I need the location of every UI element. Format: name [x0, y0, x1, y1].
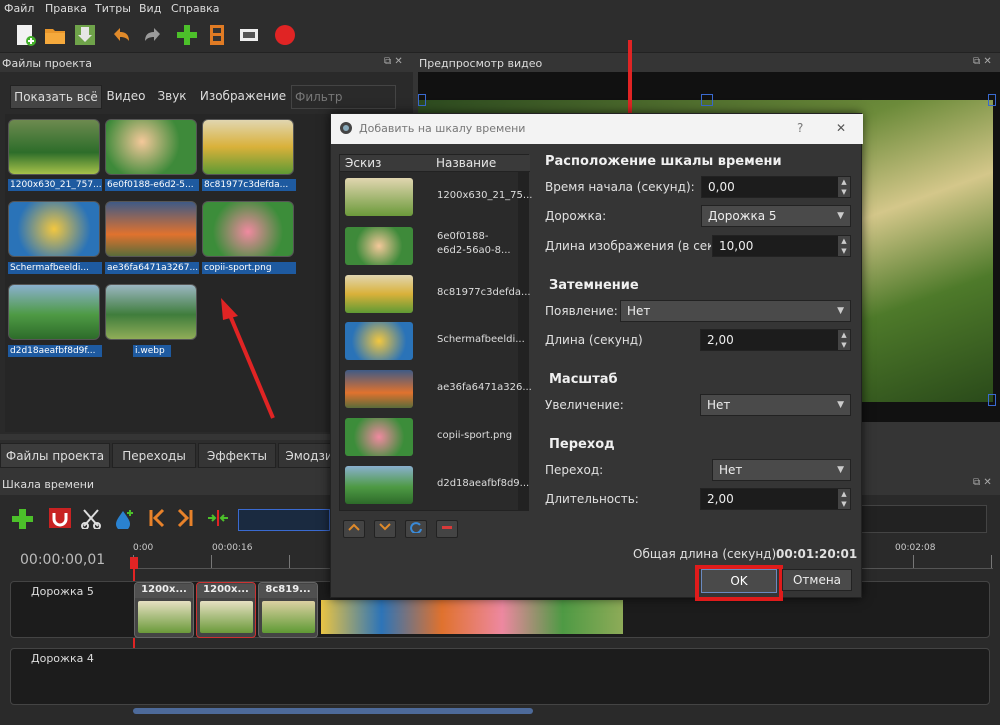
thumbnail-column-header[interactable]: Эскиз	[345, 156, 381, 170]
cancel-button[interactable]: Отмена	[782, 569, 852, 591]
minus-icon	[442, 526, 452, 529]
dropdown-arrow-icon: ▼	[837, 211, 844, 221]
fade-length-field[interactable]: 2,00 ▲ ▼	[700, 329, 851, 351]
fade-length-value: 2,00	[707, 333, 734, 347]
zoom-select[interactable]: Нет ▼	[700, 394, 851, 416]
duration-value: 2,00	[707, 492, 734, 506]
help-button[interactable]: ?	[797, 121, 803, 135]
section-fade: Затемнение	[549, 278, 639, 293]
start-time-value: 0,00	[708, 180, 735, 194]
dialog-title: Добавить на шкалу времени	[359, 122, 526, 135]
list-item[interactable]: 8c81977c3defda...	[340, 272, 531, 319]
refresh-icon	[410, 522, 422, 535]
section-position: Расположение шкалы времени	[545, 154, 782, 169]
dropdown-arrow-icon: ▼	[837, 306, 844, 316]
image-length-field[interactable]: 10,00 ▲ ▼	[712, 235, 851, 257]
fade-in-label: Появление:	[545, 304, 618, 318]
list-thumb	[345, 370, 413, 408]
app-logo-icon	[340, 122, 352, 134]
spinner-arrows[interactable]: ▲ ▼	[838, 236, 850, 256]
start-time-label: Время начала (секунд):	[545, 180, 695, 194]
track-select[interactable]: Дорожка 5 ▼	[701, 205, 851, 227]
transition-select[interactable]: Нет ▼	[712, 459, 851, 481]
move-down-button[interactable]	[374, 520, 396, 538]
zoom-value: Нет	[707, 398, 731, 412]
dialog-titlebar: Добавить на шкалу времени ? ✕	[331, 114, 863, 144]
list-item-name: 1200x630_21_75...	[437, 190, 533, 201]
track-select-value: Дорожка 5	[708, 209, 777, 223]
total-length-label: Общая длина (секунд):	[633, 547, 781, 561]
fade-length-label: Длина (секунд)	[545, 333, 643, 347]
list-header: Эскиз Название	[340, 155, 530, 172]
start-time-field[interactable]: 0,00 ▲ ▼	[701, 176, 851, 198]
duration-label: Длительность:	[545, 492, 639, 506]
section-scale: Масштаб	[549, 372, 618, 387]
fade-in-value: Нет	[627, 304, 651, 318]
list-thumb	[345, 275, 413, 313]
image-length-label: Длина изображения (в секу	[545, 239, 711, 253]
total-length-value: 00:01:20:01	[776, 547, 858, 561]
list-item[interactable]: 1200x630_21_75...	[340, 175, 533, 222]
list-item[interactable]: copii-sport.png	[340, 415, 530, 462]
section-transition: Переход	[549, 437, 615, 452]
list-item[interactable]: Schermafbeeldi...	[340, 319, 530, 366]
spinner-arrows[interactable]: ▲ ▼	[838, 177, 850, 197]
track-label: Дорожка:	[545, 209, 607, 223]
spinner-arrows[interactable]: ▲ ▼	[838, 330, 850, 350]
dropdown-arrow-icon: ▼	[837, 465, 844, 475]
list-item-name: 6e0f0188- e6d2-56a0-8...	[437, 231, 511, 256]
list-item[interactable]: d2d18aeafbf8d9...	[340, 463, 530, 510]
list-thumb	[345, 322, 413, 360]
add-to-timeline-dialog: Добавить на шкалу времени ? ✕ Эскиз Назв…	[330, 113, 863, 601]
list-thumb	[345, 418, 413, 456]
duration-field[interactable]: 2,00 ▲ ▼	[700, 488, 851, 510]
zoom-label: Увеличение:	[545, 398, 624, 412]
list-item-name: Schermafbeeldi...	[437, 334, 525, 345]
remove-button[interactable]	[436, 520, 458, 538]
list-item-name: copii-sport.png	[437, 430, 513, 441]
list-thumb	[345, 227, 413, 265]
close-button[interactable]: ✕	[836, 121, 846, 135]
move-up-button[interactable]	[343, 520, 365, 538]
fade-in-select[interactable]: Нет ▼	[620, 300, 851, 322]
spinner-arrows[interactable]: ▲ ▼	[838, 489, 850, 509]
ok-button[interactable]: OK	[701, 569, 777, 593]
transition-value: Нет	[719, 463, 743, 477]
transition-label: Переход:	[545, 463, 604, 477]
list-item[interactable]: ae36fa6471a326...	[340, 367, 532, 414]
list-item-name: ae36fa6471a326...	[437, 382, 532, 393]
list-item-name: 8c81977c3defda...	[437, 287, 531, 298]
name-column-header[interactable]: Название	[436, 156, 496, 170]
list-thumb	[345, 178, 413, 216]
selected-files-list: Эскиз Название 1200x630_21_75... 6e0f018…	[339, 154, 533, 511]
image-length-value: 10,00	[719, 239, 754, 253]
list-item-name: d2d18aeafbf8d9...	[437, 478, 530, 489]
shuffle-button[interactable]	[405, 520, 427, 538]
dropdown-arrow-icon: ▼	[837, 400, 844, 410]
list-item[interactable]: 6e0f0188- e6d2-56a0-8...	[340, 224, 530, 271]
chevron-up-icon	[348, 523, 360, 531]
chevron-down-icon	[379, 523, 391, 531]
list-thumb	[345, 466, 413, 504]
